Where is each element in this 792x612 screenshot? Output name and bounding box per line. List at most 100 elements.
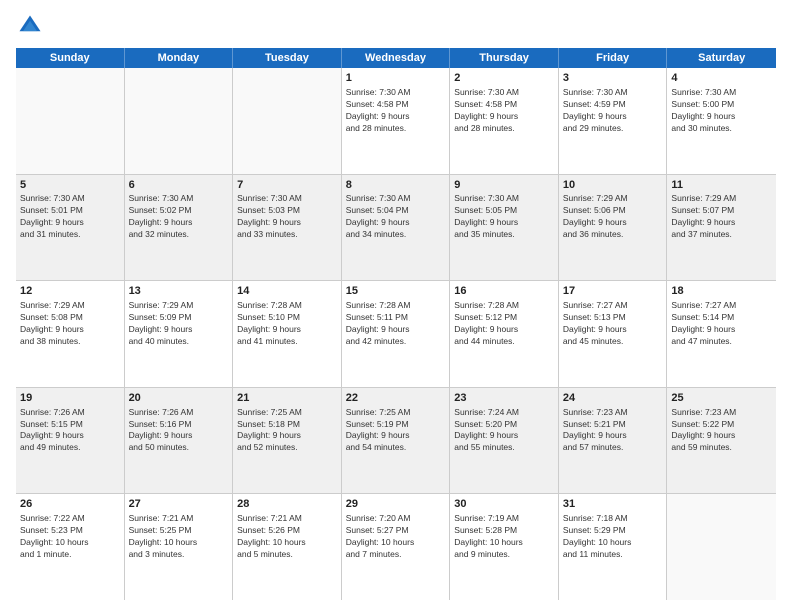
- cell-info: Sunrise: 7:30 AM Sunset: 5:02 PM Dayligh…: [129, 193, 229, 241]
- cell-info: Sunrise: 7:27 AM Sunset: 5:13 PM Dayligh…: [563, 300, 663, 348]
- day-number: 29: [346, 497, 446, 512]
- calendar-cell: 11Sunrise: 7:29 AM Sunset: 5:07 PM Dayli…: [667, 175, 776, 281]
- cell-info: Sunrise: 7:25 AM Sunset: 5:18 PM Dayligh…: [237, 407, 337, 455]
- calendar-cell: 6Sunrise: 7:30 AM Sunset: 5:02 PM Daylig…: [125, 175, 234, 281]
- calendar-cell: 18Sunrise: 7:27 AM Sunset: 5:14 PM Dayli…: [667, 281, 776, 387]
- page: SundayMondayTuesdayWednesdayThursdayFrid…: [0, 0, 792, 612]
- calendar-body: 1 Sunrise: 7:30 AM Sunset: 4:58 PM Daylig…: [16, 68, 776, 600]
- day-number: 16: [454, 284, 554, 299]
- calendar-cell: 8Sunrise: 7:30 AM Sunset: 5:04 PM Daylig…: [342, 175, 451, 281]
- calendar-cell: 5Sunrise: 7:30 AM Sunset: 5:01 PM Daylig…: [16, 175, 125, 281]
- cell-info: Sunrise: 7:26 AM Sunset: 5:15 PM Dayligh…: [20, 407, 120, 455]
- calendar-cell: 17Sunrise: 7:27 AM Sunset: 5:13 PM Dayli…: [559, 281, 668, 387]
- day-number: 18: [671, 284, 772, 299]
- cell-info: Sunrise: 7:26 AM Sunset: 5:16 PM Dayligh…: [129, 407, 229, 455]
- cell-info: Sunrise: 7:19 AM Sunset: 5:28 PM Dayligh…: [454, 513, 554, 561]
- day-number: 4: [671, 71, 772, 86]
- calendar-cell: 16Sunrise: 7:28 AM Sunset: 5:12 PM Dayli…: [450, 281, 559, 387]
- calendar-cell: 19Sunrise: 7:26 AM Sunset: 5:15 PM Dayli…: [16, 388, 125, 494]
- day-number: 8: [346, 178, 446, 193]
- calendar-cell: 7Sunrise: 7:30 AM Sunset: 5:03 PM Daylig…: [233, 175, 342, 281]
- calendar: SundayMondayTuesdayWednesdayThursdayFrid…: [16, 48, 776, 600]
- day-number: 24: [563, 391, 663, 406]
- day-number: 31: [563, 497, 663, 512]
- day-number: 30: [454, 497, 554, 512]
- logo: [16, 12, 48, 40]
- cell-info: Sunrise: 7:20 AM Sunset: 5:27 PM Dayligh…: [346, 513, 446, 561]
- calendar-cell: 21Sunrise: 7:25 AM Sunset: 5:18 PM Dayli…: [233, 388, 342, 494]
- cell-info: Sunrise: 7:30 AM Sunset: 5:04 PM Dayligh…: [346, 193, 446, 241]
- calendar-week-2: 5Sunrise: 7:30 AM Sunset: 5:01 PM Daylig…: [16, 175, 776, 282]
- day-number: 27: [129, 497, 229, 512]
- day-number: 10: [563, 178, 663, 193]
- cell-info: Sunrise: 7:23 AM Sunset: 5:21 PM Dayligh…: [563, 407, 663, 455]
- day-number: 26: [20, 497, 120, 512]
- cell-info: Sunrise: 7:29 AM Sunset: 5:06 PM Dayligh…: [563, 193, 663, 241]
- day-number: 17: [563, 284, 663, 299]
- day-number: 3: [563, 71, 663, 86]
- day-number: 19: [20, 391, 120, 406]
- day-number: 11: [671, 178, 772, 193]
- calendar-cell: 13Sunrise: 7:29 AM Sunset: 5:09 PM Dayli…: [125, 281, 234, 387]
- day-number: 28: [237, 497, 337, 512]
- calendar-cell: [667, 494, 776, 600]
- cell-info: Sunrise: 7:18 AM Sunset: 5:29 PM Dayligh…: [563, 513, 663, 561]
- calendar-cell: 20Sunrise: 7:26 AM Sunset: 5:16 PM Dayli…: [125, 388, 234, 494]
- day-number: 20: [129, 391, 229, 406]
- calendar-cell: 24Sunrise: 7:23 AM Sunset: 5:21 PM Dayli…: [559, 388, 668, 494]
- calendar-week-5: 26Sunrise: 7:22 AM Sunset: 5:23 PM Dayli…: [16, 494, 776, 600]
- day-number: 1: [346, 71, 446, 86]
- calendar-header-row: SundayMondayTuesdayWednesdayThursdayFrid…: [16, 48, 776, 68]
- calendar-week-4: 19Sunrise: 7:26 AM Sunset: 5:15 PM Dayli…: [16, 388, 776, 495]
- calendar-cell: 4Sunrise: 7:30 AM Sunset: 5:00 PM Daylig…: [667, 68, 776, 174]
- day-number: 23: [454, 391, 554, 406]
- header-day-friday: Friday: [559, 48, 668, 68]
- calendar-cell: 2Sunrise: 7:30 AM Sunset: 4:58 PM Daylig…: [450, 68, 559, 174]
- cell-info: Sunrise: 7:22 AM Sunset: 5:23 PM Dayligh…: [20, 513, 120, 561]
- cell-info: Sunrise: 7:30 AM Sunset: 4:58 PM Dayligh…: [454, 87, 554, 135]
- day-number: 14: [237, 284, 337, 299]
- cell-info: Sunrise: 7:30 AM Sunset: 4:59 PM Dayligh…: [563, 87, 663, 135]
- day-number: 21: [237, 391, 337, 406]
- cell-info: Sunrise: 7:29 AM Sunset: 5:09 PM Dayligh…: [129, 300, 229, 348]
- calendar-cell: 28Sunrise: 7:21 AM Sunset: 5:26 PM Dayli…: [233, 494, 342, 600]
- day-number: 22: [346, 391, 446, 406]
- header-day-saturday: Saturday: [667, 48, 776, 68]
- calendar-cell: 9Sunrise: 7:30 AM Sunset: 5:05 PM Daylig…: [450, 175, 559, 281]
- header-day-sunday: Sunday: [16, 48, 125, 68]
- calendar-cell: 15Sunrise: 7:28 AM Sunset: 5:11 PM Dayli…: [342, 281, 451, 387]
- cell-info: Sunrise: 7:30 AM Sunset: 5:01 PM Dayligh…: [20, 193, 120, 241]
- calendar-cell: 25Sunrise: 7:23 AM Sunset: 5:22 PM Dayli…: [667, 388, 776, 494]
- calendar-cell: 10Sunrise: 7:29 AM Sunset: 5:06 PM Dayli…: [559, 175, 668, 281]
- header-day-wednesday: Wednesday: [342, 48, 451, 68]
- calendar-cell: [16, 68, 125, 174]
- day-number: 13: [129, 284, 229, 299]
- cell-info: Sunrise: 7:21 AM Sunset: 5:26 PM Dayligh…: [237, 513, 337, 561]
- calendar-cell: 30Sunrise: 7:19 AM Sunset: 5:28 PM Dayli…: [450, 494, 559, 600]
- cell-info: Sunrise: 7:24 AM Sunset: 5:20 PM Dayligh…: [454, 407, 554, 455]
- cell-info: Sunrise: 7:28 AM Sunset: 5:11 PM Dayligh…: [346, 300, 446, 348]
- cell-info: Sunrise: 7:21 AM Sunset: 5:25 PM Dayligh…: [129, 513, 229, 561]
- cell-info: Sunrise: 7:28 AM Sunset: 5:10 PM Dayligh…: [237, 300, 337, 348]
- calendar-cell: 12Sunrise: 7:29 AM Sunset: 5:08 PM Dayli…: [16, 281, 125, 387]
- cell-info: Sunrise: 7:23 AM Sunset: 5:22 PM Dayligh…: [671, 407, 772, 455]
- calendar-cell: [233, 68, 342, 174]
- header-day-monday: Monday: [125, 48, 234, 68]
- header-day-thursday: Thursday: [450, 48, 559, 68]
- calendar-cell: 29Sunrise: 7:20 AM Sunset: 5:27 PM Dayli…: [342, 494, 451, 600]
- header-day-tuesday: Tuesday: [233, 48, 342, 68]
- calendar-cell: 3Sunrise: 7:30 AM Sunset: 4:59 PM Daylig…: [559, 68, 668, 174]
- cell-info: Sunrise: 7:27 AM Sunset: 5:14 PM Dayligh…: [671, 300, 772, 348]
- day-number: 2: [454, 71, 554, 86]
- cell-info: Sunrise: 7:29 AM Sunset: 5:07 PM Dayligh…: [671, 193, 772, 241]
- day-number: 6: [129, 178, 229, 193]
- calendar-cell: 22Sunrise: 7:25 AM Sunset: 5:19 PM Dayli…: [342, 388, 451, 494]
- calendar-cell: 14Sunrise: 7:28 AM Sunset: 5:10 PM Dayli…: [233, 281, 342, 387]
- cell-info: Sunrise: 7:30 AM Sunset: 5:00 PM Dayligh…: [671, 87, 772, 135]
- calendar-cell: 23Sunrise: 7:24 AM Sunset: 5:20 PM Dayli…: [450, 388, 559, 494]
- calendar-cell: 27Sunrise: 7:21 AM Sunset: 5:25 PM Dayli…: [125, 494, 234, 600]
- calendar-week-1: 1 Sunrise: 7:30 AM Sunset: 4:58 PM Daylig…: [16, 68, 776, 175]
- cell-info: Sunrise: 7:30 AM Sunset: 5:03 PM Dayligh…: [237, 193, 337, 241]
- day-number: 15: [346, 284, 446, 299]
- logo-icon: [16, 12, 44, 40]
